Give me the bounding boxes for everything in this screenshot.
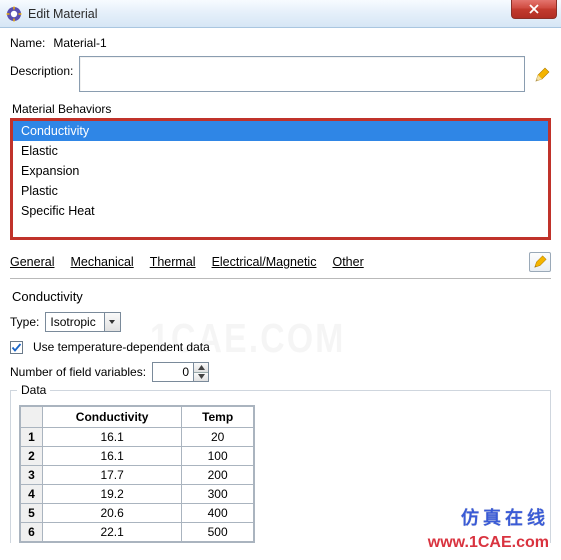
cell-conductivity[interactable]: 22.1 — [43, 523, 182, 542]
data-group: Data Conductivity Temp 1 16.1 20 — [10, 390, 551, 543]
menu-mechanical[interactable]: Mechanical — [70, 255, 133, 269]
behavior-item-conductivity[interactable]: Conductivity — [13, 121, 548, 141]
menu-general[interactable]: General — [10, 255, 54, 269]
behaviors-listbox[interactable]: Conductivity Elastic Expansion Plastic S… — [10, 118, 551, 240]
type-label: Type: — [10, 315, 39, 329]
stepper-up-button[interactable] — [194, 363, 208, 372]
description-label: Description: — [10, 64, 73, 78]
behaviors-label: Material Behaviors — [10, 102, 551, 116]
cell-temp[interactable]: 100 — [182, 447, 254, 466]
pencil-icon — [533, 255, 547, 269]
column-header-temp[interactable]: Temp — [182, 407, 254, 428]
cell-conductivity[interactable]: 20.6 — [43, 504, 182, 523]
stepper-down-button[interactable] — [194, 372, 208, 382]
table-row: 6 22.1 500 — [21, 523, 254, 542]
cell-temp[interactable]: 400 — [182, 504, 254, 523]
check-icon — [11, 342, 22, 353]
behavior-menubar: General Mechanical Thermal Electrical/Ma… — [10, 248, 551, 279]
behavior-item-specific-heat[interactable]: Specific Heat — [13, 201, 548, 221]
cell-temp[interactable]: 20 — [182, 428, 254, 447]
row-header[interactable]: 4 — [21, 485, 43, 504]
cell-temp[interactable]: 500 — [182, 523, 254, 542]
window-title: Edit Material — [28, 7, 97, 21]
row-header[interactable]: 6 — [21, 523, 43, 542]
row-header[interactable]: 5 — [21, 504, 43, 523]
table-row: 5 20.6 400 — [21, 504, 254, 523]
row-header[interactable]: 1 — [21, 428, 43, 447]
behavior-item-elastic[interactable]: Elastic — [13, 141, 548, 161]
row-header[interactable]: 2 — [21, 447, 43, 466]
table-row: 2 16.1 100 — [21, 447, 254, 466]
table-row: 4 19.2 300 — [21, 485, 254, 504]
edit-description-button[interactable] — [533, 66, 551, 84]
temp-dependent-checkbox[interactable] — [10, 341, 23, 354]
description-input[interactable] — [79, 56, 525, 92]
close-icon — [529, 4, 539, 14]
behavior-item-plastic[interactable]: Plastic — [13, 181, 548, 201]
num-field-vars-input[interactable] — [153, 363, 193, 381]
menu-electrical-magnetic[interactable]: Electrical/Magnetic — [212, 255, 317, 269]
cell-conductivity[interactable]: 19.2 — [43, 485, 182, 504]
cell-conductivity[interactable]: 16.1 — [43, 428, 182, 447]
pencil-icon — [534, 67, 550, 83]
data-table[interactable]: Conductivity Temp 1 16.1 20 2 16.1 100 — [19, 405, 255, 543]
titlebar: Edit Material — [0, 0, 561, 28]
cell-conductivity[interactable]: 17.7 — [43, 466, 182, 485]
behavior-item-expansion[interactable]: Expansion — [13, 161, 548, 181]
num-field-vars-label: Number of field variables: — [10, 365, 146, 379]
num-field-vars-stepper[interactable] — [152, 362, 209, 382]
app-icon — [6, 6, 22, 22]
data-label: Data — [17, 383, 50, 397]
row-header[interactable]: 3 — [21, 466, 43, 485]
name-value: Material-1 — [53, 36, 106, 50]
cell-temp[interactable]: 200 — [182, 466, 254, 485]
suboptions-button[interactable] — [529, 252, 551, 272]
chevron-down-icon — [104, 313, 120, 331]
table-corner — [21, 407, 43, 428]
column-header-conductivity[interactable]: Conductivity — [43, 407, 182, 428]
type-select-value: Isotropic — [46, 315, 103, 329]
type-select[interactable]: Isotropic — [45, 312, 120, 332]
name-label: Name: — [10, 36, 45, 50]
menu-thermal[interactable]: Thermal — [150, 255, 196, 269]
temp-dependent-label: Use temperature-dependent data — [33, 340, 210, 354]
cell-temp[interactable]: 300 — [182, 485, 254, 504]
cell-conductivity[interactable]: 16.1 — [43, 447, 182, 466]
close-button[interactable] — [511, 0, 557, 19]
menu-other[interactable]: Other — [332, 255, 363, 269]
table-row: 1 16.1 20 — [21, 428, 254, 447]
conductivity-title: Conductivity — [12, 289, 551, 304]
table-row: 3 17.7 200 — [21, 466, 254, 485]
